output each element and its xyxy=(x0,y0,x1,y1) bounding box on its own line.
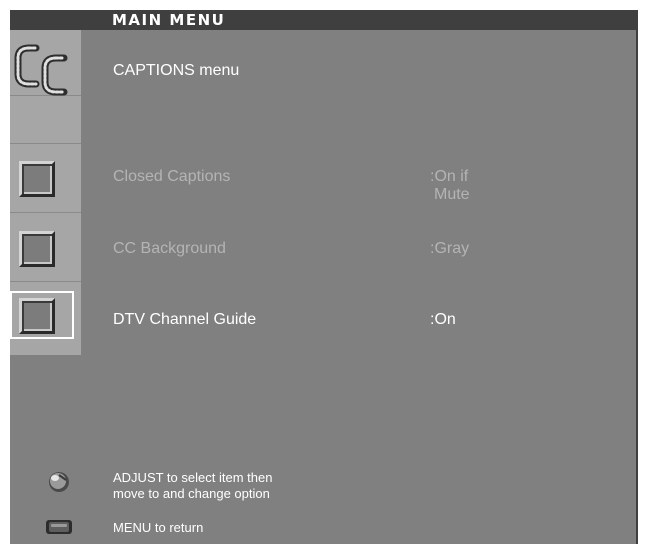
value-line1: :On if xyxy=(430,168,469,185)
divider xyxy=(10,281,81,282)
main-menu-title: MAIN MENU xyxy=(112,11,226,29)
cc-background-value[interactable]: :Gray xyxy=(430,240,469,258)
menu-panel xyxy=(10,30,636,544)
menu-return-hint: MENU to return xyxy=(113,520,204,535)
menu-item-cc-background[interactable]: CC Background xyxy=(113,240,226,258)
dtv-channel-guide-value[interactable]: :On xyxy=(430,311,456,329)
value-line2: Mute xyxy=(434,186,470,203)
cc-icon xyxy=(14,44,68,96)
item-checkbox-icon[interactable] xyxy=(19,298,55,334)
item-checkbox-icon[interactable] xyxy=(19,161,55,197)
adjust-hint: ADJUST to select item then move to and c… xyxy=(113,470,272,502)
adjust-hint-line1: ADJUST to select item then xyxy=(113,470,273,485)
menu-item-closed-captions[interactable]: Closed Captions xyxy=(113,168,230,186)
divider xyxy=(10,143,81,144)
item-checkbox-icon[interactable] xyxy=(19,231,55,267)
page-title: CAPTIONS menu xyxy=(113,62,240,79)
closed-captions-value[interactable]: :On if Mute xyxy=(430,168,470,204)
menu-button-icon xyxy=(46,520,72,534)
menu-item-dtv-channel-guide[interactable]: DTV Channel Guide xyxy=(113,311,256,329)
adjust-knob-icon xyxy=(49,472,69,492)
divider xyxy=(10,212,81,213)
adjust-hint-line2: move to and change option xyxy=(113,486,270,501)
